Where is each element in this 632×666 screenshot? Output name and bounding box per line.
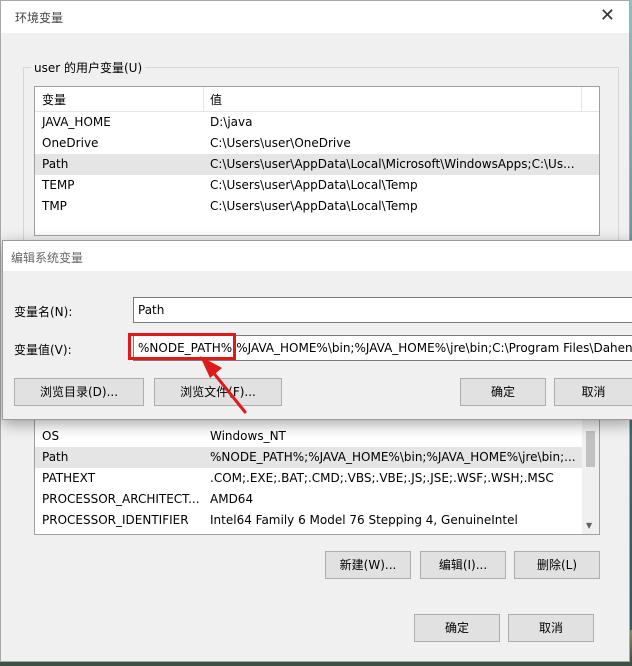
var-name: Path [42,157,69,171]
list-item[interactable]: OneDrive C:\Users\user\OneDrive [35,133,599,154]
var-name: TEMP [42,178,75,192]
var-name: PROCESSOR_ARCHITECT... [42,492,200,506]
list-item[interactable]: PROCESSOR_ARCHITECT... AMD64 [35,489,599,510]
edit-system-variable-dialog: 编辑系统变量 变量名(N): Path 变量值(V): %NODE_PATH%;… [2,240,632,420]
var-value: C:\Users\user\AppData\Local\Temp [210,199,418,213]
list-item[interactable]: TEMP C:\Users\user\AppData\Local\Temp [35,175,599,196]
list-item-selected[interactable]: Path %NODE_PATH%;%JAVA_HOME%\bin;%JAVA_H… [35,447,599,468]
var-value: C:\Users\user\AppData\Local\Temp [210,178,418,192]
var-value: C:\Users\user\AppData\Local\Microsoft\Wi… [210,157,575,171]
window-title: 环境变量 [15,11,64,25]
system-variables-list[interactable]: OS Windows_NT Path %NODE_PATH%;%JAVA_HOM… [34,411,600,535]
header-value[interactable]: 值 [210,91,222,108]
variable-name-label: 变量名(N): [14,305,73,319]
new-variable-button[interactable]: 新建(W)... [325,551,411,579]
annotation-highlight-box [128,333,236,360]
var-value: C:\Users\user\OneDrive [210,136,351,150]
header-variable[interactable]: 变量 [42,91,66,108]
browse-file-button[interactable]: 浏览文件(F)... [154,378,282,406]
var-value: D:\java [210,115,253,129]
list-item-selected[interactable]: Path C:\Users\user\AppData\Local\Microso… [35,154,599,175]
var-value: Intel64 Family 6 Model 76 Stepping 4, Ge… [210,513,518,527]
var-value: Windows_NT [210,429,286,443]
dialog-title: 编辑系统变量 [11,251,84,265]
close-icon[interactable]: ✕ [600,5,615,26]
var-name: OneDrive [42,136,99,150]
window-titlebar: 环境变量 ✕ [1,1,629,33]
user-variables-list[interactable]: 变量 值 JAVA_HOME D:\java OneDrive C:\Users… [34,86,600,236]
var-value: AMD64 [210,492,254,506]
delete-variable-button[interactable]: 删除(L) [514,551,600,579]
ok-button[interactable]: 确定 [414,614,500,642]
column-separator[interactable] [581,87,582,111]
list-item[interactable]: TMP C:\Users\user\AppData\Local\Temp [35,196,599,217]
var-name: PROCESSOR_IDENTIFIER [42,513,189,527]
var-value: %NODE_PATH%;%JAVA_HOME%\bin;%JAVA_HOME%\… [210,450,576,464]
chevron-down-icon[interactable]: ▼ [586,521,592,530]
browse-directory-button[interactable]: 浏览目录(D)... [14,378,144,406]
user-list-header: 变量 值 [35,87,599,112]
list-item[interactable]: JAVA_HOME D:\java [35,112,599,133]
var-value: .COM;.EXE;.BAT;.CMD;.VBS;.VBE;.JS;.JSE;.… [210,471,554,485]
var-name: Path [42,450,69,464]
scrollbar-thumb[interactable] [586,431,595,467]
list-item[interactable]: PROCESSOR_IDENTIFIER Intel64 Family 6 Mo… [35,510,599,531]
list-item[interactable]: PATHEXT .COM;.EXE;.BAT;.CMD;.VBS;.VBE;.J… [35,468,599,489]
dialog-cancel-button[interactable]: 取消 [554,378,632,406]
edit-variable-button[interactable]: 编辑(I)... [420,551,506,579]
column-separator[interactable] [203,87,204,111]
var-name: JAVA_HOME [42,115,111,129]
user-variables-group-title: user 的用户变量(U) [31,59,146,76]
system-list-scrollbar[interactable]: ▼ [582,411,599,534]
cancel-button[interactable]: 取消 [508,614,594,642]
variable-name-field[interactable]: Path [133,297,632,323]
list-item[interactable]: OS Windows_NT [35,426,599,447]
var-name: PATHEXT [42,471,96,485]
var-name: OS [42,429,60,443]
variable-value-label: 变量值(V): [14,343,72,357]
dialog-titlebar: 编辑系统变量 [3,241,632,271]
dialog-ok-button[interactable]: 确定 [460,378,546,406]
var-name: TMP [42,199,67,213]
